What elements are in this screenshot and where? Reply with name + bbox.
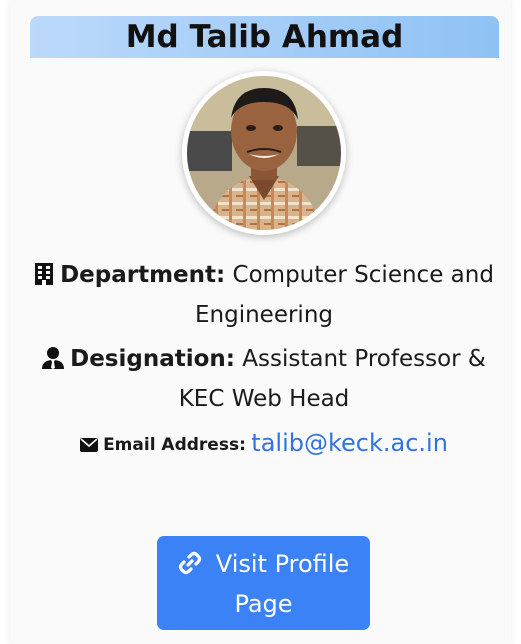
- designation-info: Designation: Assistant Professor & KEC W…: [20, 341, 508, 418]
- avatar-photo: [187, 76, 341, 230]
- department-label: Department:: [60, 262, 226, 288]
- envelope-icon: [80, 430, 99, 464]
- department-info: Department: Computer Science and Enginee…: [20, 257, 508, 334]
- avatar: [182, 71, 346, 235]
- building-icon: [34, 260, 54, 297]
- name-header: Md Talib Ahmad: [30, 16, 499, 58]
- designation-label: Designation:: [70, 346, 235, 372]
- email-info: Email Address: talib@keck.ac.in: [20, 426, 508, 464]
- visit-profile-button[interactable]: Visit Profile Page: [157, 536, 370, 630]
- department-value: Computer Science and Engineering: [195, 262, 494, 328]
- visit-profile-label: Visit Profile Page: [215, 550, 350, 618]
- profile-name: Md Talib Ahmad: [125, 19, 404, 55]
- link-icon: [178, 549, 202, 586]
- email-label: Email Address:: [103, 435, 246, 455]
- user-tie-icon: [42, 344, 65, 381]
- email-link[interactable]: talib@keck.ac.in: [251, 429, 448, 457]
